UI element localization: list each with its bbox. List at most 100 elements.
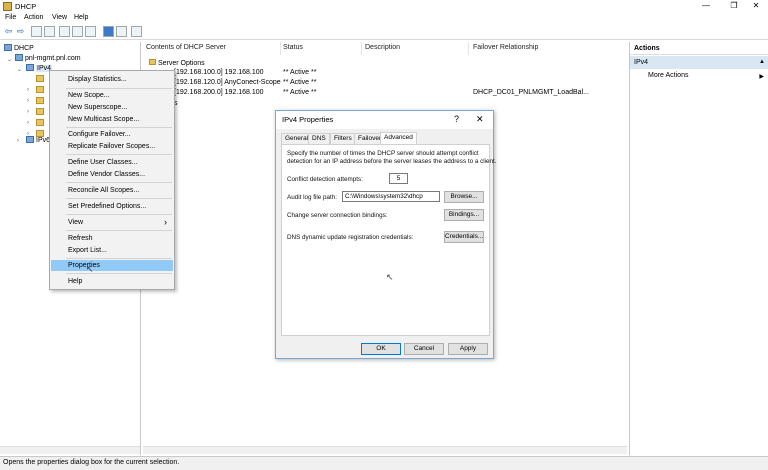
cancel-button[interactable]: Cancel	[404, 343, 444, 355]
menu-item-export-list[interactable]: Export List...	[51, 245, 173, 256]
tree-item-scope[interactable]	[36, 97, 46, 107]
table-row[interactable]: [192.168.120.0] AnyConect-Scope	[174, 79, 281, 86]
properties-icon[interactable]	[116, 26, 127, 37]
chevron-down-icon[interactable]: ⌄	[17, 66, 22, 73]
chevron-right-icon[interactable]: ›	[27, 120, 29, 126]
tab-dns[interactable]: DNS	[308, 133, 330, 144]
menu-separator	[66, 258, 172, 259]
chevron-right-icon[interactable]: ›	[27, 109, 29, 115]
tree-item-server[interactable]: pnl-mgmt.pnl.com	[15, 54, 81, 64]
tab-filters[interactable]: Filters	[330, 133, 356, 144]
refresh-icon[interactable]	[72, 26, 83, 37]
browse-button[interactable]: Browse...	[444, 191, 484, 203]
maximize-button[interactable]: ❐	[722, 0, 746, 13]
menu-file[interactable]: File	[5, 14, 16, 21]
dns-credentials-label: DNS dynamic update registration credenti…	[287, 234, 414, 241]
show-tree-icon[interactable]	[44, 26, 55, 37]
status-cell: ** Active **	[283, 69, 317, 76]
back-arrow-icon[interactable]: ⇦	[3, 26, 14, 37]
forward-arrow-icon[interactable]: ⇨	[15, 26, 26, 37]
tree-item-policies[interactable]	[36, 119, 46, 129]
dialog-help-button[interactable]: ?	[454, 114, 459, 124]
menu-view[interactable]: View	[52, 14, 67, 21]
menu-help[interactable]: Help	[74, 14, 88, 21]
menu-item-new-scope[interactable]: New Scope...	[51, 90, 173, 101]
conflict-attempts-label: Conflict detection attempts:	[287, 176, 363, 183]
column-separator	[280, 42, 281, 55]
tree-item-ipv6[interactable]: IPv6	[26, 136, 50, 146]
table-row[interactable]: Server Options	[149, 59, 205, 67]
audit-log-label: Audit log file path:	[287, 194, 338, 201]
menu-item-define-vendor-classes[interactable]: Define Vendor Classes...	[51, 169, 173, 180]
window-title: DHCP	[15, 2, 37, 11]
status-cell: ** Active **	[283, 79, 317, 86]
dialog-close-button[interactable]: ✕	[476, 114, 484, 125]
collapse-up-icon[interactable]: ▲	[759, 59, 765, 65]
folder-icon	[36, 75, 44, 82]
toolbar: ⇦ ⇨	[0, 24, 768, 40]
menu-item-new-superscope[interactable]: New Superscope...	[51, 102, 173, 113]
tree-horizontal-scrollbar[interactable]	[0, 446, 140, 454]
menu-separator	[66, 230, 172, 231]
export-icon[interactable]	[85, 26, 96, 37]
bindings-button[interactable]: Bindings...	[444, 209, 484, 221]
menu-separator	[66, 214, 172, 215]
monitor-icon[interactable]	[131, 26, 142, 37]
credentials-button[interactable]: Credentials...	[444, 231, 484, 243]
column-separator	[361, 42, 362, 55]
ok-button[interactable]: OK	[361, 343, 401, 355]
help-icon[interactable]	[103, 26, 114, 37]
close-button[interactable]: ✕	[744, 0, 768, 13]
server-icon	[15, 54, 23, 61]
list-horizontal-scrollbar[interactable]	[143, 446, 627, 454]
audit-log-path-input[interactable]: C:\Windows\system32\dhcp	[342, 191, 440, 202]
ipv4-properties-dialog: IPv4 Properties ? ✕ General DNS Filters …	[275, 110, 497, 359]
tree-item-scope[interactable]	[36, 108, 46, 118]
bindings-label: Change server connection bindings:	[287, 212, 388, 219]
menu-item-refresh[interactable]: Refresh	[51, 233, 173, 244]
menu-item-help[interactable]: Help	[51, 276, 173, 287]
menu-item-replicate-failover-scopes[interactable]: Replicate Failover Scopes...	[51, 141, 173, 152]
menu-item-configure-failover[interactable]: Configure Failover...	[51, 129, 173, 140]
menu-item-display-statistics[interactable]: Display Statistics...	[51, 74, 173, 85]
tree-item-server-options[interactable]	[36, 75, 46, 85]
more-actions-link[interactable]: More Actions	[648, 72, 688, 79]
column-header-contents[interactable]: Contents of DHCP Server	[146, 44, 226, 51]
tree-item-scope[interactable]	[36, 86, 46, 96]
menu-item-define-user-classes[interactable]: Define User Classes...	[51, 157, 173, 168]
copy-icon[interactable]	[59, 26, 70, 37]
chevron-down-icon[interactable]: ⌄	[7, 56, 12, 63]
more-actions-arrow-icon[interactable]: ▶	[759, 73, 764, 80]
menu-item-view[interactable]: View ›	[51, 217, 173, 228]
advanced-tab-panel: Specify the number of times the DHCP ser…	[281, 144, 497, 336]
column-separator	[468, 42, 469, 55]
failover-cell: DHCP_DC01_PNLMGMT_LoadBal...	[473, 89, 589, 96]
mouse-cursor-icon: ↖	[386, 272, 394, 282]
tab-advanced[interactable]: Advanced	[380, 132, 417, 144]
column-header-description[interactable]: Description	[365, 44, 400, 51]
conflict-description-line1: Specify the number of times the DHCP ser…	[287, 150, 479, 157]
ipv4-icon	[26, 64, 34, 71]
menu-item-new-multicast-scope[interactable]: New Multicast Scope...	[51, 114, 173, 125]
apply-button[interactable]: Apply	[448, 343, 488, 355]
tree-item-dhcp[interactable]: DHCP	[4, 44, 34, 54]
chevron-right-icon[interactable]: ›	[27, 87, 29, 93]
table-row[interactable]: [192.168.200.0] 192.168.100	[174, 89, 264, 96]
chevron-right-icon[interactable]: ›	[27, 98, 29, 104]
menu-separator	[66, 273, 172, 274]
menu-separator	[66, 88, 172, 89]
menu-item-reconcile-all-scopes[interactable]: Reconcile All Scopes...	[51, 185, 173, 196]
menu-item-set-predefined-options[interactable]: Set Predefined Options...	[51, 201, 173, 212]
folder-icon	[36, 97, 44, 104]
column-header-failover[interactable]: Failover Relationship	[473, 44, 538, 51]
column-header-status[interactable]: Status	[283, 44, 303, 51]
menu-item-properties[interactable]: Properties	[51, 260, 173, 271]
conflict-attempts-spinner[interactable]: 5	[389, 173, 408, 184]
table-row[interactable]: [192.168.100.0] 192.168.100	[174, 69, 264, 76]
minimize-button[interactable]: —	[694, 0, 718, 13]
submenu-arrow-icon: ›	[164, 217, 167, 227]
actions-subheader-ipv4[interactable]: IPv4 ▲	[630, 56, 768, 69]
menu-action[interactable]: Action	[24, 14, 43, 21]
chevron-right-icon[interactable]: ›	[17, 138, 19, 144]
up-folder-icon[interactable]	[31, 26, 42, 37]
